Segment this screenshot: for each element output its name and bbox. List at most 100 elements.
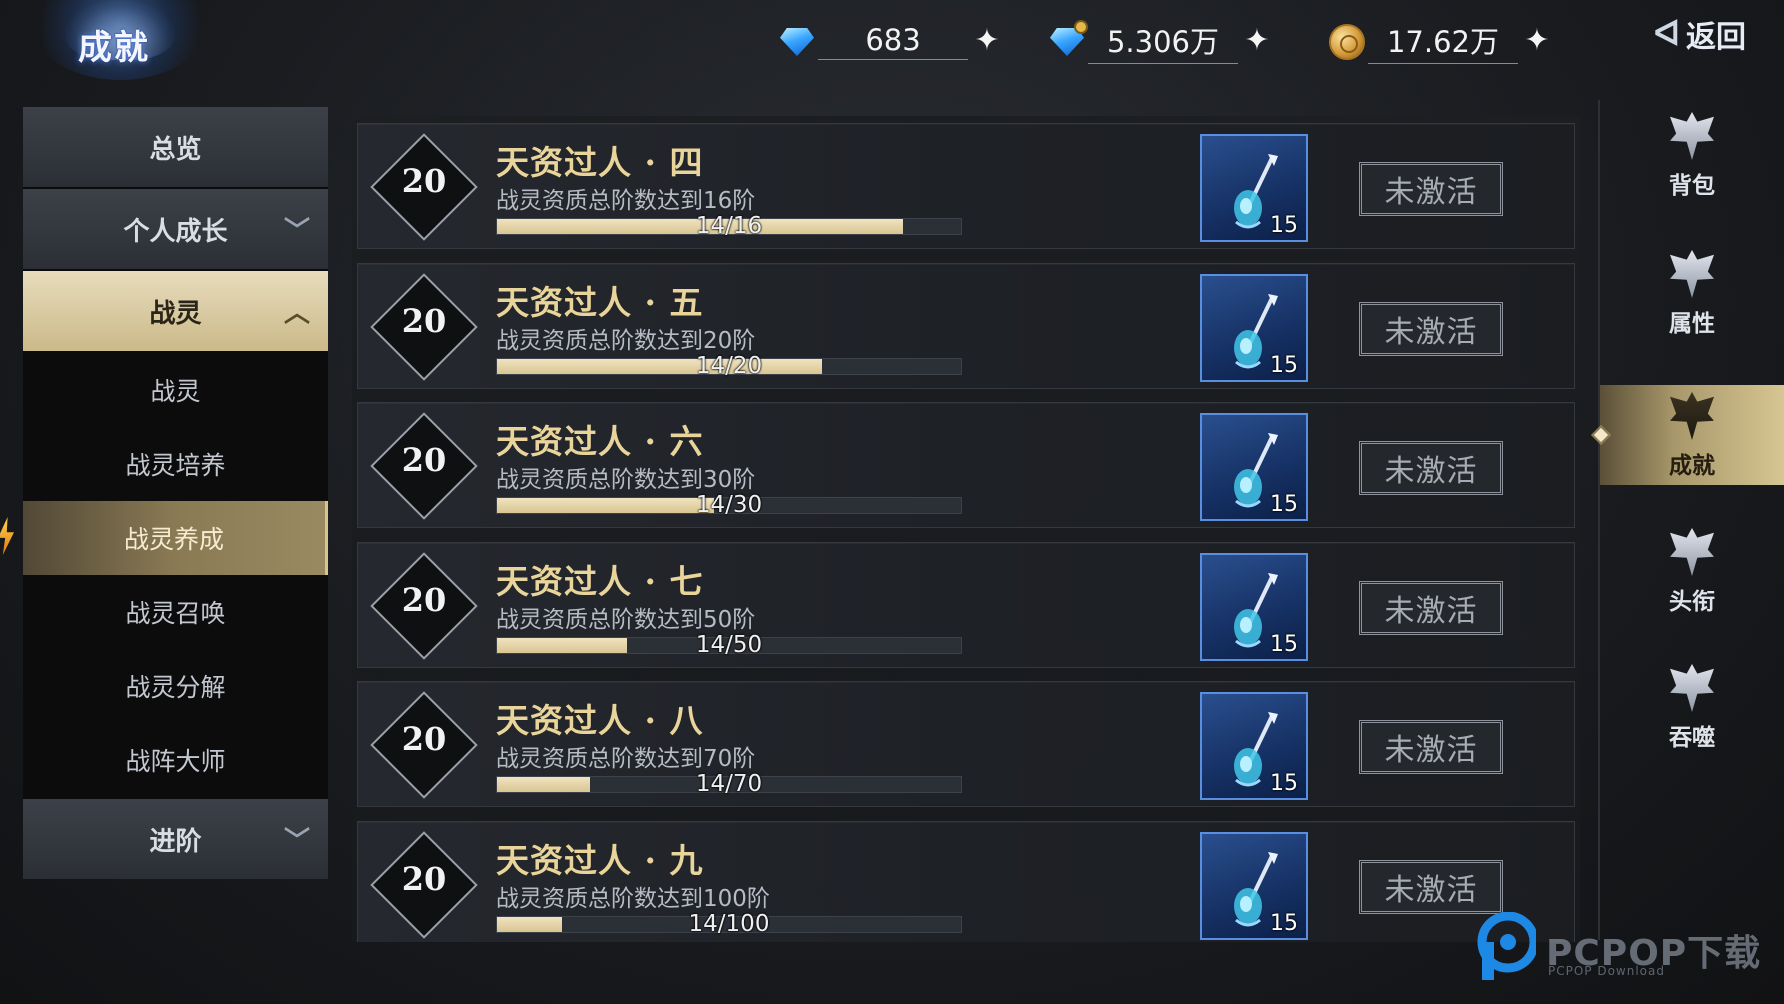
menu-spirit[interactable]: 战灵 ︿ <box>23 271 328 351</box>
achievement-desc: 战灵资质总阶数达到100阶 <box>496 886 770 912</box>
achievement-row: 20 天资过人 · 四 战灵资质总阶数达到16阶 14/16 15 未激活 <box>357 123 1575 249</box>
reward-item[interactable]: 15 <box>1200 552 1308 661</box>
achievement-points: 20 <box>401 162 447 200</box>
inactive-status-button[interactable]: 未激活 <box>1359 441 1503 496</box>
achievement-title: 天资过人 · 八 <box>496 701 704 741</box>
watermark-subtext: PCPOP Download <box>1548 964 1665 978</box>
achievement-title: 天资过人 · 五 <box>496 282 704 322</box>
achievement-title: 天资过人 · 九 <box>496 841 704 880</box>
nav-attributes[interactable]: 属性 <box>1600 238 1784 348</box>
diamond-value: 683 <box>818 23 968 60</box>
inactive-status-button[interactable]: 未激活 <box>1359 580 1503 635</box>
diamond-icon <box>776 20 818 62</box>
achievement-desc: 战灵资质总阶数达到20阶 <box>496 327 756 354</box>
inactive-status-button[interactable]: 未激活 <box>1359 301 1503 356</box>
reward-quantity: 15 <box>1270 492 1298 518</box>
sub-item-formation-master[interactable]: 战阵大师 <box>23 723 328 797</box>
sub-item-label: 战灵养成 <box>123 525 224 554</box>
winged-emblem-icon <box>1666 662 1718 714</box>
currency-diamond: 683 ✦ <box>776 18 1004 64</box>
chevron-up-icon: ︿ <box>283 298 310 329</box>
winged-emblem-icon <box>1666 110 1718 162</box>
reward-item[interactable]: 15 <box>1200 832 1308 940</box>
achievement-desc: 战灵资质总阶数达到16阶 <box>496 188 756 214</box>
reward-item[interactable]: 15 <box>1200 134 1308 242</box>
winged-emblem-icon <box>1666 390 1718 442</box>
progress-text: 14/16 <box>695 213 763 239</box>
achievement-desc: 战灵资质总阶数达到30阶 <box>496 467 756 494</box>
achievement-row: 20 天资过人 · 六 战灵资质总阶数达到30阶 14/30 15 未激活 <box>357 402 1575 529</box>
nav-titles[interactable]: 头衔 <box>1600 516 1784 626</box>
nav-achievements[interactable]: 成就 <box>1600 385 1784 485</box>
currency-bound-diamond: 5.306万 ✦ <box>1046 18 1274 64</box>
reward-quantity: 15 <box>1270 213 1298 238</box>
winged-emblem-icon <box>1666 526 1718 578</box>
sub-item-spirit-decompose[interactable]: 战灵分解 <box>23 649 328 723</box>
progress-text: 14/20 <box>695 352 763 379</box>
gold-coin-icon <box>1326 20 1368 62</box>
reward-quantity: 15 <box>1270 352 1298 378</box>
sub-item-label: 战灵培养 <box>125 451 226 480</box>
sub-item-label: 战灵召唤 <box>125 599 226 628</box>
nav-label: 头衔 <box>1669 588 1715 615</box>
progress-text: 14/70 <box>695 771 763 798</box>
bound-diamond-icon <box>1046 20 1088 62</box>
nav-label: 吞噬 <box>1669 724 1715 751</box>
achievement-points: 20 <box>401 720 447 759</box>
achievement-row: 20 天资过人 · 五 战灵资质总阶数达到20阶 14/20 15 未激活 <box>357 262 1575 389</box>
winged-emblem-icon <box>1666 248 1718 300</box>
achievement-row: 20 天资过人 · 九 战灵资质总阶数达到100阶 14/100 15 未激活 <box>357 821 1575 942</box>
add-gold-button[interactable]: ✦ <box>1520 24 1554 58</box>
inactive-status-button[interactable]: 未激活 <box>1359 720 1503 775</box>
reward-item[interactable]: 15 <box>1200 413 1308 522</box>
sub-item-label: 战灵 <box>150 377 201 406</box>
achievement-points: 20 <box>401 580 447 619</box>
menu-advance[interactable]: 进阶 ﹀ <box>23 799 328 879</box>
gold-value: 17.62万 <box>1368 19 1518 64</box>
inactive-status-button[interactable]: 未激活 <box>1359 860 1503 914</box>
nav-label: 属性 <box>1669 310 1715 337</box>
add-diamond-button[interactable]: ✦ <box>970 24 1004 58</box>
menu-personal-growth-label: 个人成长 <box>123 216 228 247</box>
sub-item-spirit-summon[interactable]: 战灵召唤 <box>23 575 328 649</box>
menu-overview-label: 总览 <box>149 134 202 165</box>
progress-text: 14/100 <box>688 911 770 937</box>
achievement-list[interactable]: 20 天资过人 · 四 战灵资质总阶数达到16阶 14/16 15 未激活 20… <box>352 116 1580 942</box>
bound-diamond-value: 5.306万 <box>1088 19 1238 64</box>
inactive-status-button[interactable]: 未激活 <box>1359 162 1503 216</box>
back-button[interactable]: ᐊ 返回 <box>1654 12 1746 56</box>
sub-item-spirit-training[interactable]: 战灵培养 <box>23 427 328 501</box>
reward-quantity: 15 <box>1270 771 1298 797</box>
achievement-points: 20 <box>401 860 447 898</box>
achievement-title: 天资过人 · 四 <box>496 143 704 182</box>
achievement-title: 天资过人 · 六 <box>496 422 704 462</box>
progress-text: 14/30 <box>695 492 763 519</box>
reward-item[interactable]: 15 <box>1200 273 1308 382</box>
currency-gold: 17.62万 ✦ <box>1326 18 1554 64</box>
sub-item-spirit[interactable]: 战灵 <box>23 353 328 427</box>
achievement-points: 20 <box>401 301 447 340</box>
achievement-desc: 战灵资质总阶数达到50阶 <box>496 606 756 633</box>
left-menu: 总览 个人成长 ﹀ 战灵 ︿ 战灵 战灵培养 战灵养成 战灵召唤 战灵分解 战阵… <box>23 107 328 879</box>
back-label: 返回 <box>1686 20 1746 55</box>
page-title: 成就 <box>78 28 150 68</box>
achievement-desc: 战灵资质总阶数达到70阶 <box>496 746 756 773</box>
chevron-down-icon: ﹀ <box>283 826 310 857</box>
menu-overview[interactable]: 总览 <box>23 107 328 187</box>
add-bound-diamond-button[interactable]: ✦ <box>1240 24 1274 58</box>
achievement-row: 20 天资过人 · 八 战灵资质总阶数达到70阶 14/70 15 未激活 <box>357 681 1575 808</box>
reward-item[interactable]: 15 <box>1200 692 1308 801</box>
nav-label: 成就 <box>1669 452 1715 479</box>
achievement-points: 20 <box>401 441 447 480</box>
nav-backpack[interactable]: 背包 <box>1600 100 1784 210</box>
menu-advance-label: 进阶 <box>149 826 202 857</box>
reward-quantity: 15 <box>1270 631 1298 657</box>
nav-devour[interactable]: 吞噬 <box>1600 652 1784 762</box>
sub-item-label: 战灵分解 <box>125 673 226 702</box>
achievement-row: 20 天资过人 · 七 战灵资质总阶数达到50阶 14/50 15 未激活 <box>357 541 1575 668</box>
pcpop-logo-icon <box>1477 912 1536 980</box>
sub-item-label: 战阵大师 <box>125 747 226 776</box>
sub-item-spirit-cultivation[interactable]: 战灵养成 <box>23 501 328 575</box>
reward-quantity: 15 <box>1270 911 1298 936</box>
menu-personal-growth[interactable]: 个人成长 ﹀ <box>23 189 328 269</box>
